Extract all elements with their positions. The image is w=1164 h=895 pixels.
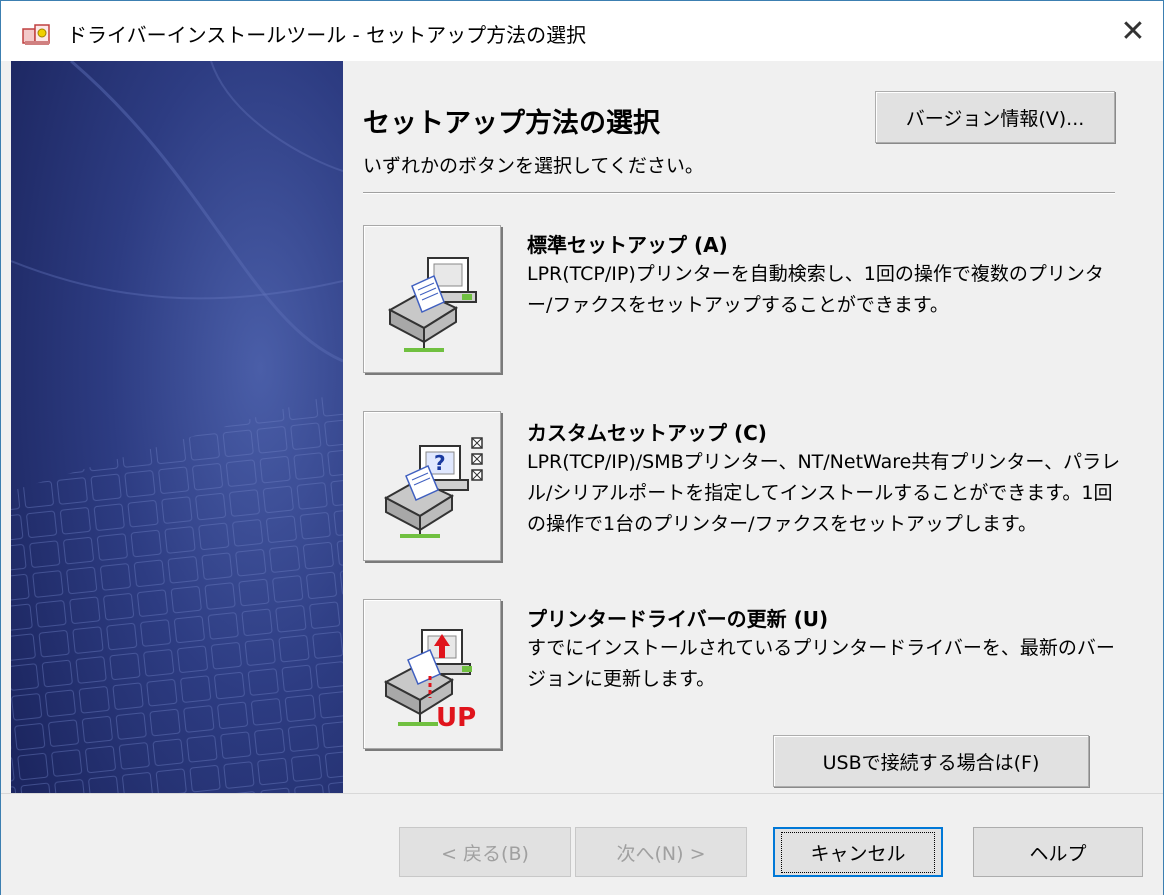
printer-question-icon: ? [383,437,483,538]
cancel-button[interactable]: キャンセル [773,827,943,877]
printer-computer-icon [387,257,477,352]
app-icon [22,24,50,45]
button-bar: < 戻る(B) 次へ(N) > キャンセル ヘルプ [1,793,1163,895]
content-panel: セットアップ方法の選択 いずれかのボタンを選択してください。 バージョン情報(V… [343,61,1163,793]
usb-connection-button[interactable]: USBで接続する場合は(F) [773,735,1089,787]
title-bar: ドライバーインストールツール - セットアップ方法の選択 ✕ [1,1,1163,61]
printer-update-icon: UP [383,629,476,730]
up-label: UP [436,703,476,730]
back-button[interactable]: < 戻る(B) [399,827,571,877]
close-button[interactable]: ✕ [1103,1,1163,61]
custom-setup-button[interactable]: ? [363,411,501,561]
version-info-button[interactable]: バージョン情報(V)... [875,91,1115,143]
standard-setup-button[interactable] [363,225,501,373]
driver-update-description: すでにインストールされているプリンタードライバーを、最新のバージョンに更新します… [527,637,1115,690]
help-button[interactable]: ヘルプ [973,827,1143,877]
window-title: ドライバーインストールツール - セットアップ方法の選択 [67,23,587,47]
custom-setup-description: LPR(TCP/IP)/SMBプリンター、NT/NetWare共有プリンター、パ… [527,451,1121,535]
setup-dialog: ドライバーインストールツール - セットアップ方法の選択 ✕ セットアップ方法の… [0,0,1164,895]
page-title: セットアップ方法の選択 [363,108,660,139]
custom-setup-title: カスタムセットアップ (C) [527,421,767,445]
side-banner-image [11,61,343,793]
close-icon: ✕ [1120,13,1146,49]
cancel-button-label: キャンセル [781,831,935,873]
standard-setup-title: 標準セットアップ (A) [527,233,728,257]
svg-text:?: ? [434,451,446,475]
page-subtitle: いずれかのボタンを選択してください。 [363,155,704,177]
driver-update-button[interactable]: UP [363,599,501,749]
next-button[interactable]: 次へ(N) > [575,827,747,877]
standard-setup-description: LPR(TCP/IP)プリンターを自動検索し、1回の操作で複数のプリンター/ファ… [527,263,1104,316]
separator [363,192,1115,194]
driver-update-title: プリンタードライバーの更新 (U) [527,607,829,631]
